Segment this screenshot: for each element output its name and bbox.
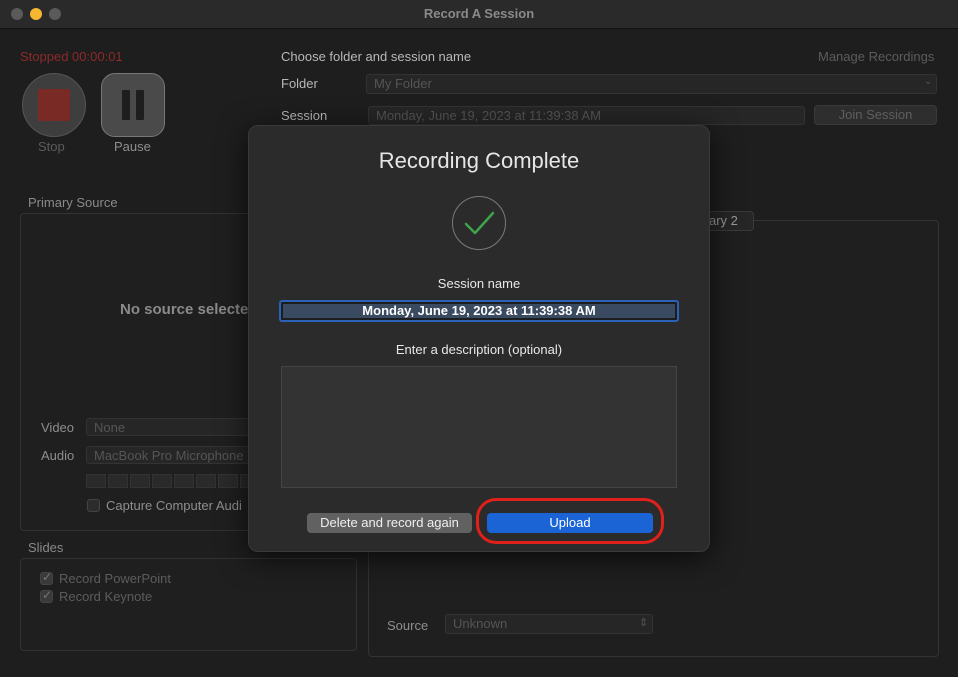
keynote-checkbox[interactable]: ✓ [40,588,53,603]
description-textarea[interactable] [281,366,677,488]
audio-meter-segment [108,474,128,488]
source-label: Source [387,618,429,633]
stop-button[interactable] [22,73,86,137]
stop-icon [38,89,70,121]
recording-complete-dialog: Recording Complete Session name Monday, … [248,125,710,552]
description-label: Enter a description (optional) [395,342,563,357]
upload-highlight-ring [476,498,664,544]
session-name-label: Session name [437,276,521,291]
tab-secondary-2-label: ary 2 [709,213,738,228]
session-input[interactable]: Monday, June 19, 2023 at 11:39:38 AM [368,106,805,125]
success-check-icon [452,196,506,250]
video-label: Video [41,420,75,435]
primary-source-heading: Primary Source [28,195,118,210]
pause-label: Pause [114,139,151,154]
audio-select[interactable]: MacBook Pro Microphone [86,446,252,464]
stop-label: Stop [38,139,65,154]
audio-meter-segment [196,474,216,488]
manage-recordings-link[interactable]: Manage Recordings [818,49,934,64]
video-select[interactable]: None [86,418,252,436]
folder-select[interactable]: My Folder [366,74,937,94]
chevron-down-icon: ⌄ [924,76,933,87]
session-setup-heading: Choose folder and session name [281,49,472,64]
title-bar: Record A Session [0,0,958,29]
capture-audio-checkbox[interactable] [87,499,100,512]
capture-audio-label: Capture Computer Audi [106,498,242,513]
powerpoint-checkbox[interactable]: ✓ [40,570,53,585]
join-session-button[interactable]: Join Session [814,105,937,125]
chevron-updown-icon: ⇕ [639,617,649,629]
audio-meter-segment [130,474,150,488]
window-title: Record A Session [423,6,535,21]
session-name-input[interactable]: Monday, June 19, 2023 at 11:39:38 AM [279,300,679,322]
slides-heading: Slides [28,540,64,555]
powerpoint-label: Record PowerPoint [59,571,171,586]
audio-meter-segment [86,474,106,488]
no-source-text: No source selecte [120,301,249,318]
dialog-title: Recording Complete [378,148,580,173]
session-name-value: Monday, June 19, 2023 at 11:39:38 AM [283,304,675,318]
recording-status: Stopped 00:00:01 [20,49,123,64]
delete-and-record-again-button[interactable]: Delete and record again [307,513,472,533]
checkmark-icon: ✓ [42,588,53,602]
audio-meter-segment [152,474,172,488]
source-select[interactable]: Unknown [445,614,653,634]
audio-label: Audio [41,448,75,463]
audio-meter-segment [218,474,238,488]
keynote-label: Record Keynote [59,589,153,604]
pause-button[interactable] [101,73,165,137]
folder-label: Folder [281,76,318,91]
audio-meter-segment [174,474,194,488]
session-label: Session [281,108,328,123]
checkmark-icon: ✓ [42,570,53,584]
